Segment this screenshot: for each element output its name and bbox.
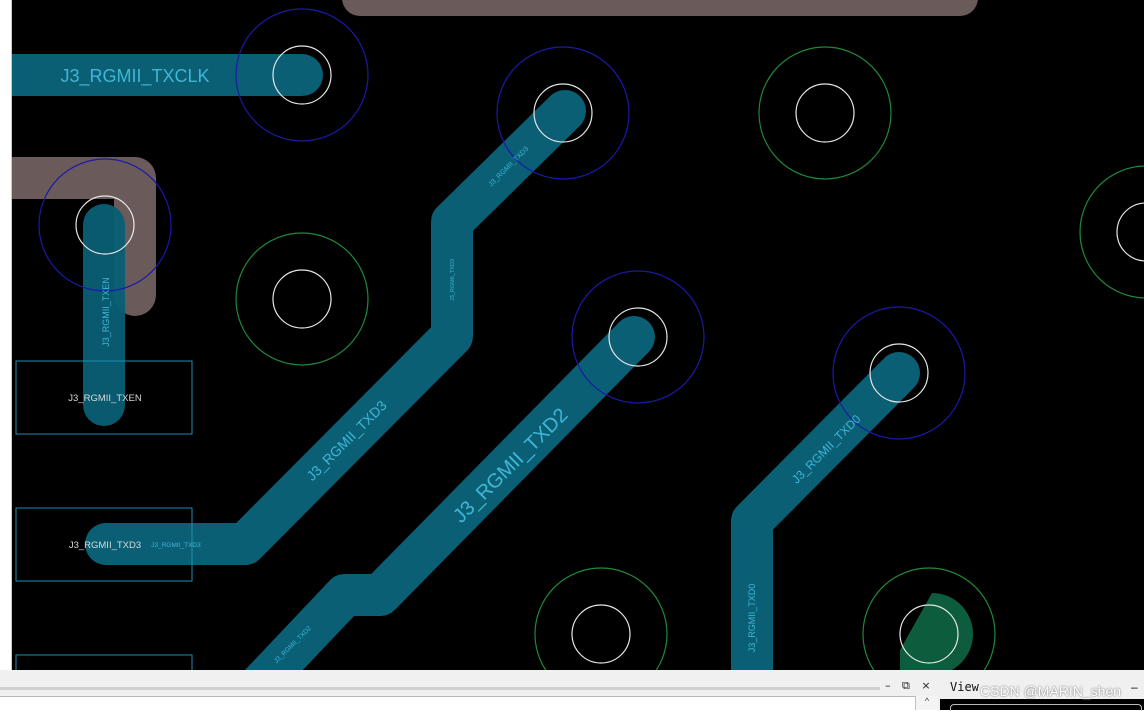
minimize-icon[interactable]: – (884, 679, 895, 692)
via-green-1 (758, 46, 892, 180)
label-txclk: J3_RGMII_TXCLK (60, 66, 209, 87)
label-txd0-vertical: J3_RGMII_TXD0 (747, 584, 757, 653)
label-txd3-box: J3_RGMII_TXD3 (69, 540, 141, 551)
view-panel-title: View (950, 680, 979, 694)
label-txd3-box-overlay: J3_RGMII_TXD3 (151, 542, 201, 549)
view-minimize-icon[interactable]: – (1131, 680, 1138, 694)
view-panel[interactable] (940, 699, 1144, 711)
panel-splitter[interactable] (0, 687, 880, 690)
label-txd2-big: J3_RGMII_TXD2 (449, 404, 572, 527)
bottom-docked-area: – ⧉ × ^ View – CSDN @MARIN_shen (0, 670, 1144, 711)
label-txen-box: J3_RGMII_TXEN (68, 393, 142, 404)
label-txd3-vertical: J3_RGMII_TXD3 (450, 259, 456, 301)
pad-outline-bottom[interactable] (15, 654, 193, 670)
via-green-filled (862, 567, 996, 670)
via-green-3 (1079, 165, 1144, 299)
scroll-up-icon[interactable]: ^ (915, 696, 938, 710)
via-green-4 (534, 567, 668, 670)
restore-icon[interactable]: ⧉ (901, 679, 914, 692)
trace-txd0[interactable] (731, 352, 920, 670)
pcb-layout-canvas[interactable]: J3_RGMII_TXCLK J3_RGMII_TXEN J3_RGMII_TX… (12, 0, 1144, 670)
close-icon[interactable]: × (920, 679, 934, 692)
panel-window-controls: – ⧉ × (884, 679, 935, 693)
left-panel-edge (0, 0, 12, 670)
label-txen-trace: J3_RGMII_TXEN (101, 277, 111, 347)
via-green-2 (235, 232, 369, 366)
command-output-panel[interactable] (0, 696, 915, 711)
watermark: CSDN @MARIN_shen (980, 683, 1122, 699)
pcb-layout-svg: J3_RGMII_TXCLK J3_RGMII_TXEN J3_RGMII_TX… (12, 0, 1144, 670)
